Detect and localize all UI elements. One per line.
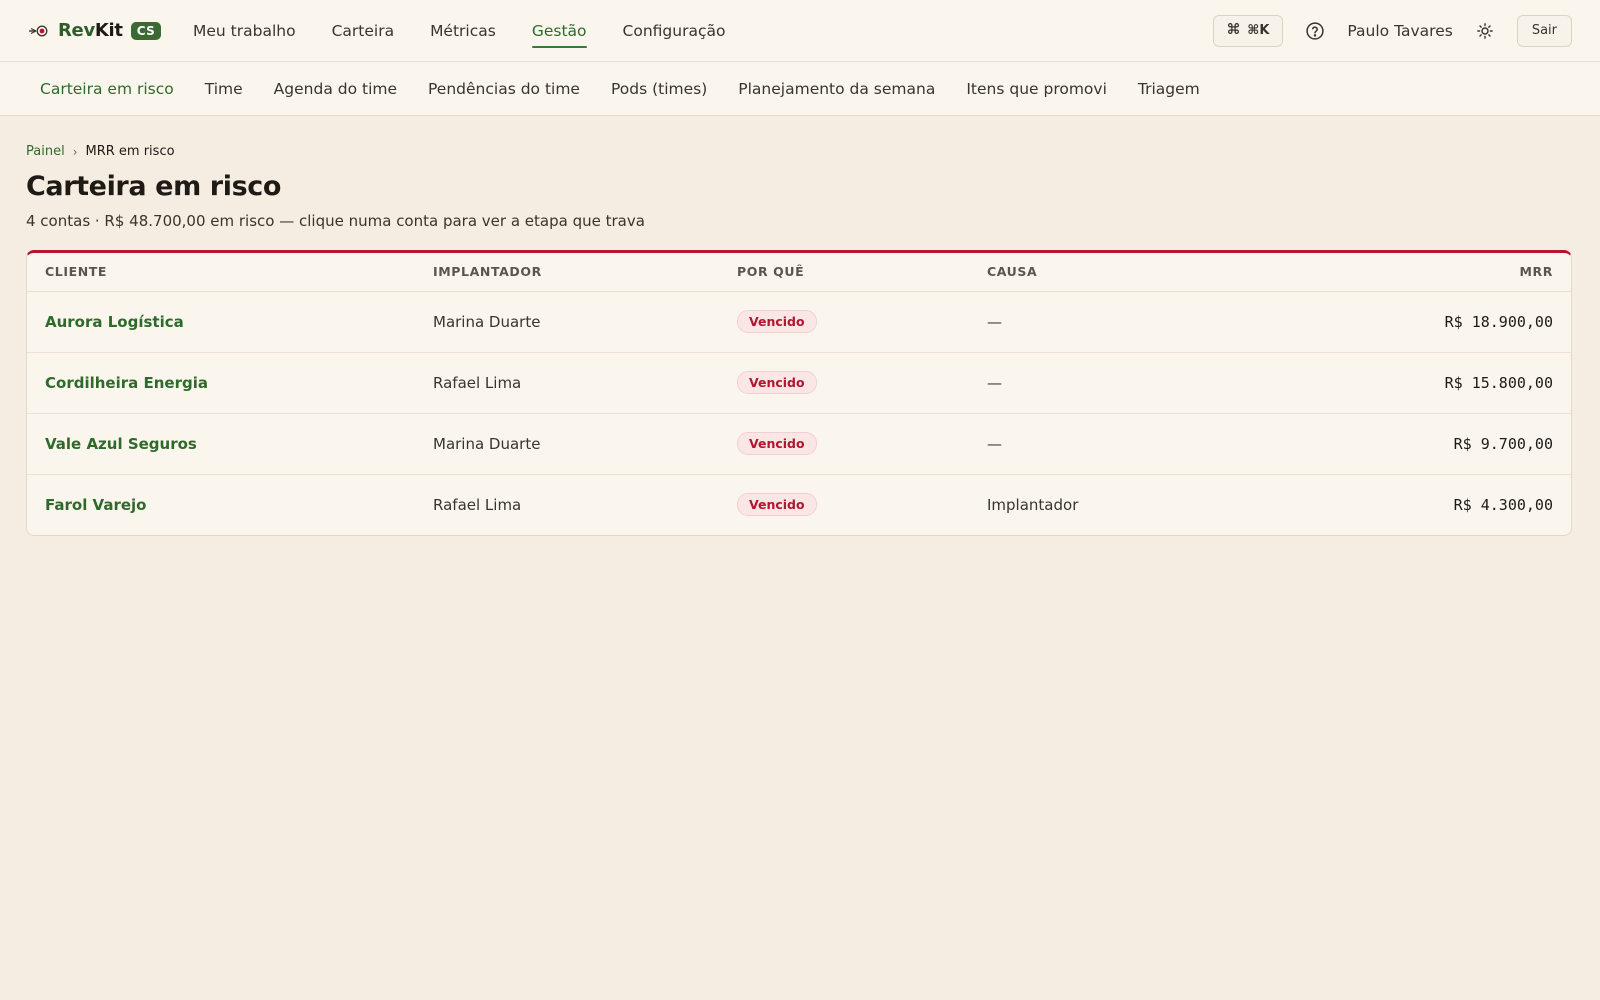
page-subtitle: 4 contas · R$ 48.700,00 em risco — cliqu… <box>26 212 645 230</box>
nav-item-gestao[interactable]: Gestão <box>531 0 587 62</box>
status-badge: Vencido <box>737 493 817 517</box>
mrr-value: R$ 15.800,00 <box>1269 352 1571 414</box>
logout-button[interactable]: Sair <box>1516 14 1572 47</box>
breadcrumb-root-link[interactable]: Painel <box>26 144 65 159</box>
implanter-name: Marina Duarte <box>415 291 719 353</box>
cause-cell: Implantador <box>987 495 1079 514</box>
sub-nav: Carteira em risco Time Agenda do time Pendê… <box>0 62 1600 116</box>
command-palette-button[interactable]: ⌘K <box>1213 14 1284 47</box>
client-name-link[interactable]: Aurora Logística <box>27 291 415 353</box>
help-circle-icon[interactable] <box>1303 19 1327 43</box>
status-badge: Vencido <box>737 371 817 394</box>
brand-name-rev: Rev <box>58 20 95 41</box>
table-row[interactable]: Farol Varejo Rafael Lima Vencido Implantado… <box>27 474 1571 535</box>
table-row[interactable]: Aurora Logística Marina Duarte Vencido — R$ … <box>27 291 1571 353</box>
mrr-value: R$ 18.900,00 <box>1269 291 1571 353</box>
column-header-client[interactable]: CLIENTE <box>27 253 415 292</box>
subnav-item-time[interactable]: Time <box>205 80 243 98</box>
table-row[interactable]: Vale Azul Seguros Marina Duarte Vencido — R$… <box>27 413 1571 475</box>
subnav-item-carteira-em-risco[interactable]: Carteira em risco <box>40 80 174 98</box>
command-shortcut-label: ⌘K <box>1247 23 1270 38</box>
client-name-link[interactable]: Vale Azul Seguros <box>27 413 415 475</box>
subnav-item-pendencias-do-time[interactable]: Pendências do time <box>428 80 580 98</box>
brand-name: RevKit <box>58 20 123 41</box>
cause-cell: — <box>969 352 1269 414</box>
brand[interactable]: RevKit CS <box>28 20 162 42</box>
implanter-name: Rafael Lima <box>433 495 522 514</box>
subnav-item-planejamento-da-semana[interactable]: Planejamento da semana <box>738 80 935 98</box>
subnav-item-pods-times[interactable]: Pods (times) <box>611 80 707 98</box>
top-right-actions: ⌘K Paulo Tavares Sair <box>1213 14 1572 47</box>
column-header-cause[interactable]: CAUSA <box>969 253 1269 292</box>
status-badge: Vencido <box>737 310 817 333</box>
table-header-row: CLIENTE IMPLANTADOR POR QUÊ CAUSA MRR <box>27 253 1571 292</box>
mrr-value: R$ 4.300,00 <box>1453 495 1553 514</box>
sun-icon[interactable] <box>1473 19 1497 43</box>
column-header-reason[interactable]: POR QUÊ <box>719 253 969 292</box>
reason-cell: Vencido <box>719 413 969 475</box>
subnav-item-agenda-do-time[interactable]: Agenda do time <box>274 80 397 98</box>
top-bar: RevKit CS Meu trabalho Carteira Métricas Ge… <box>0 0 1600 62</box>
main-nav: Meu trabalho Carteira Métricas Gestão Config… <box>193 0 725 62</box>
page-title: Carteira em risco <box>26 171 281 202</box>
cause-cell: — <box>969 291 1269 353</box>
status-badge: Vencido <box>737 432 817 455</box>
implanter-name: Marina Duarte <box>415 413 719 475</box>
client-name-link[interactable]: Cordilheira Energia <box>27 352 415 414</box>
main-content: Painel › MRR em risco Carteira em risco … <box>0 116 1600 536</box>
column-header-implanter[interactable]: IMPLANTADOR <box>415 253 719 292</box>
risk-table-card: CLIENTE IMPLANTADOR POR QUÊ CAUSA MRR Au… <box>26 250 1572 536</box>
nav-item-configuracao[interactable]: Configuração <box>623 0 726 62</box>
risk-table: CLIENTE IMPLANTADOR POR QUÊ CAUSA MRR Au… <box>27 253 1571 535</box>
breadcrumb: Painel › MRR em risco <box>26 144 1574 159</box>
mrr-value: R$ 9.700,00 <box>1269 413 1571 475</box>
nav-item-carteira[interactable]: Carteira <box>332 0 394 62</box>
subnav-item-triagem[interactable]: Triagem <box>1138 80 1200 98</box>
column-header-mrr[interactable]: MRR <box>1269 253 1571 292</box>
breadcrumb-current: MRR em risco <box>85 144 175 159</box>
command-icon <box>1227 22 1240 39</box>
reason-cell: Vencido <box>719 474 969 535</box>
table-row[interactable]: Cordilheira Energia Rafael Lima Vencido — R$… <box>27 352 1571 414</box>
reason-cell: Vencido <box>719 352 969 414</box>
table-body: Aurora Logística Marina Duarte Vencido — R$ … <box>27 291 1571 535</box>
subnav-item-itens-que-promovi[interactable]: Itens que promovi <box>966 80 1107 98</box>
nav-item-metricas[interactable]: Métricas <box>430 0 496 62</box>
brand-name-kit: Kit <box>94 20 123 41</box>
client-name-link[interactable]: Farol Varejo <box>27 474 415 535</box>
revkit-logo-icon <box>28 20 50 42</box>
reason-cell: Vencido <box>719 291 969 353</box>
nav-item-meu-trabalho[interactable]: Meu trabalho <box>193 0 296 62</box>
brand-badge: CS <box>130 21 162 40</box>
breadcrumb-separator: › <box>72 144 78 159</box>
cause-cell: — <box>969 413 1269 475</box>
user-name[interactable]: Paulo Tavares <box>1347 22 1452 40</box>
implanter-name: Rafael Lima <box>415 352 719 414</box>
